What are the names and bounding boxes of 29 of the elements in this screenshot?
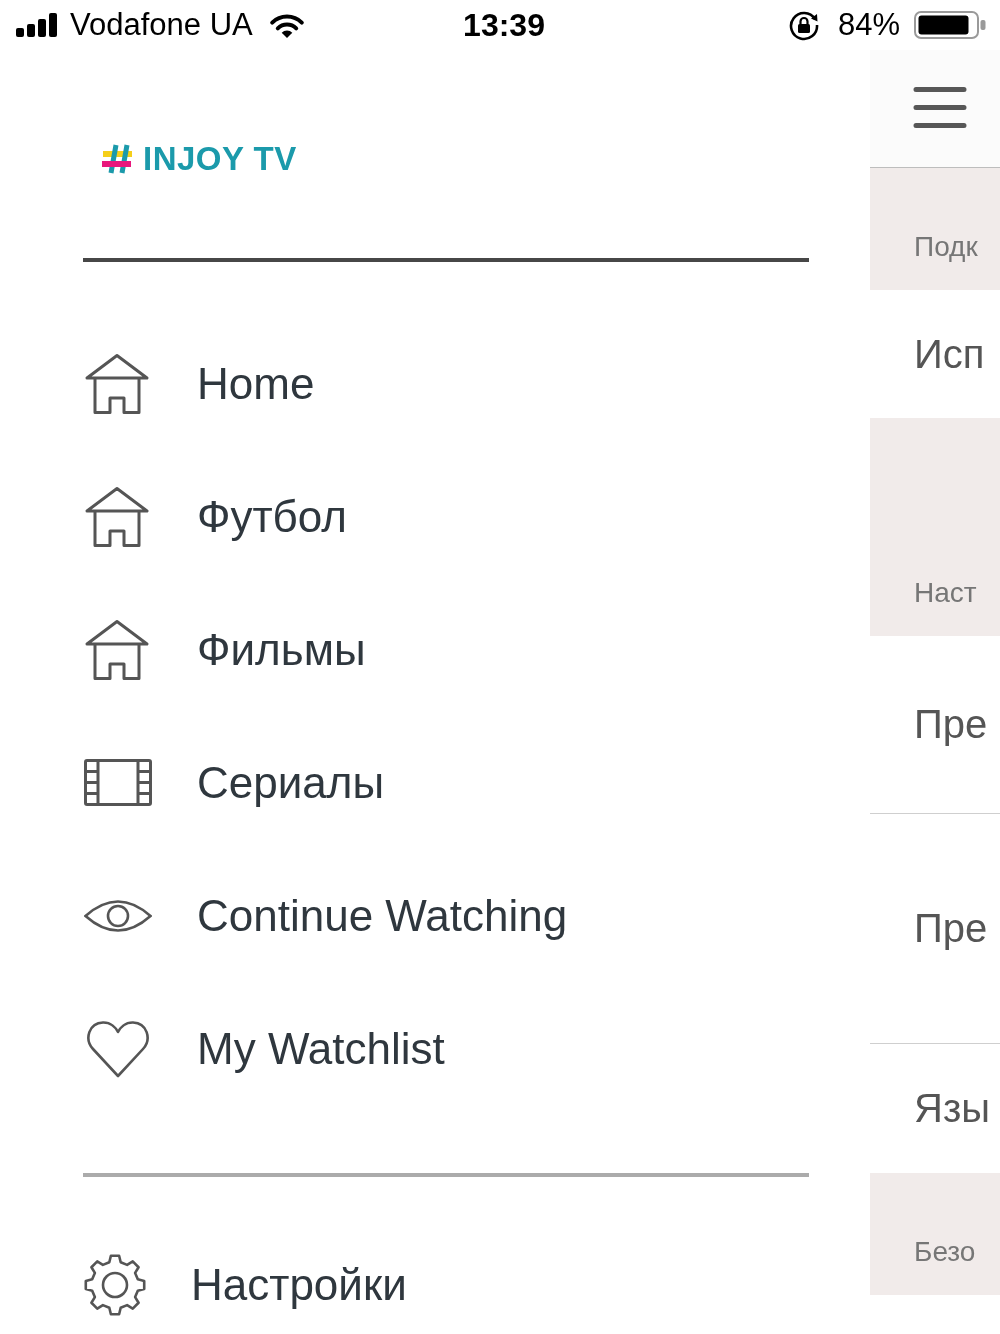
battery-percent: 84%	[837, 7, 900, 43]
settings-gear-icon	[83, 1253, 147, 1317]
heart-icon	[86, 1019, 150, 1078]
carrier-name: Vodafone UA	[70, 7, 253, 43]
menu-item[interactable]: Home	[84, 352, 315, 415]
hashtag-logo-icon	[102, 144, 134, 174]
section-title: Подк	[914, 231, 978, 263]
rotation-lock-icon	[787, 9, 820, 41]
film-strip-icon	[84, 759, 152, 806]
menu-item[interactable]: Футбол	[84, 485, 347, 548]
logo-text: INJOY TV	[143, 140, 297, 178]
house-icon	[84, 618, 150, 681]
settings-item[interactable]: Пре	[914, 906, 988, 951]
menu-item[interactable]: Continue Watching	[84, 890, 568, 941]
menu-item[interactable]: Фильмы	[84, 618, 366, 681]
menu-icon[interactable]	[913, 86, 967, 129]
settings-item[interactable]: Исп	[914, 331, 985, 377]
settings-item[interactable]: Пре	[914, 702, 988, 747]
signal-bars-icon	[16, 13, 60, 37]
battery-icon	[914, 11, 986, 39]
house-icon	[84, 485, 150, 548]
settings-item[interactable]: Язы	[914, 1086, 990, 1131]
section-title: Безо	[914, 1236, 976, 1268]
menu-item[interactable]: My Watchlist	[84, 1019, 445, 1078]
house-icon	[84, 352, 150, 415]
clock-time: 13:39	[463, 6, 545, 44]
settings-menu-item[interactable]: Настройки	[83, 1239, 407, 1317]
menu-item[interactable]: Сериалы	[84, 757, 385, 808]
section-title: Наст	[914, 577, 977, 609]
